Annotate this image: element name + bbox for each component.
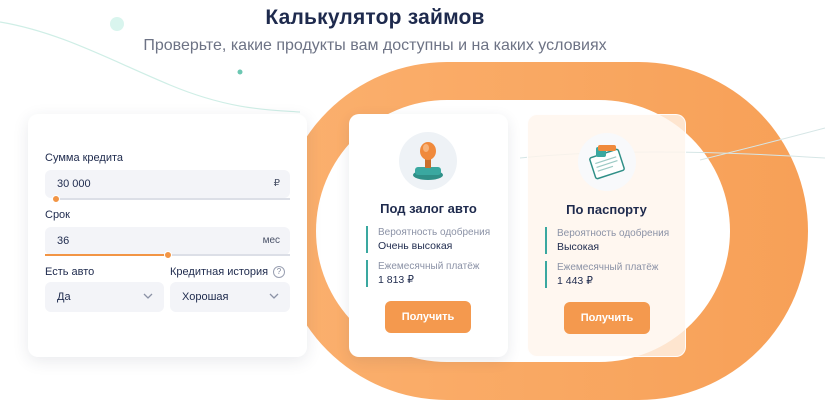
payment-value: 1 813 ₽ bbox=[378, 274, 414, 286]
product-icon-container bbox=[399, 132, 457, 190]
stamp-icon bbox=[413, 142, 443, 180]
amount-label: Сумма кредита bbox=[45, 152, 124, 164]
get-car-loan-button[interactable]: Получить bbox=[385, 301, 471, 333]
page-subtitle: Проверьте, какие продукты вам доступны и… bbox=[143, 37, 607, 54]
approval-label: Вероятность одобрения bbox=[378, 227, 491, 238]
chevron-down-icon bbox=[269, 293, 279, 299]
approval-stat: Вероятность одобрения Очень высокая bbox=[366, 226, 490, 253]
term-slider-fill bbox=[45, 254, 168, 256]
amount-value: 30 000 bbox=[57, 178, 91, 190]
payment-stat: Ежемесячный платёж 1 813 ₽ bbox=[366, 260, 479, 287]
help-icon[interactable]: ? bbox=[273, 266, 285, 278]
term-unit: мес bbox=[262, 235, 280, 246]
amount-slider[interactable] bbox=[52, 195, 290, 203]
amount-input[interactable]: 30 000 ₽ bbox=[45, 170, 290, 198]
currency-unit: ₽ bbox=[273, 178, 280, 189]
payment-label: Ежемесячный платёж bbox=[378, 261, 480, 272]
product-name: По паспорту bbox=[566, 202, 647, 217]
page-title: Калькулятор займов bbox=[265, 6, 485, 29]
car-select[interactable]: Да bbox=[45, 282, 164, 312]
credit-history-label: Кредитная история bbox=[170, 266, 269, 278]
passport-icon bbox=[589, 145, 625, 180]
car-label: Есть авто bbox=[45, 266, 95, 278]
car-select-value: Да bbox=[57, 291, 71, 303]
credit-history-select[interactable]: Хорошая bbox=[170, 282, 290, 312]
get-passport-loan-button[interactable]: Получить bbox=[564, 302, 650, 334]
approval-value: Высокая bbox=[557, 241, 600, 253]
term-slider[interactable] bbox=[45, 251, 290, 259]
product-name: Под залог авто bbox=[380, 201, 477, 216]
payment-stat: Ежемесячный платёж 1 443 ₽ bbox=[545, 261, 658, 288]
payment-label: Ежемесячный платёж bbox=[557, 262, 659, 273]
product-card-passport-loan: По паспорту Вероятность одобрения Высока… bbox=[527, 114, 686, 357]
term-slider-handle[interactable] bbox=[163, 251, 172, 259]
product-icon-container bbox=[578, 133, 636, 191]
approval-label: Вероятность одобрения bbox=[557, 228, 670, 239]
term-label: Срок bbox=[45, 209, 70, 221]
chevron-down-icon bbox=[143, 293, 153, 299]
payment-value: 1 443 ₽ bbox=[557, 275, 593, 287]
term-value: 36 bbox=[57, 235, 70, 247]
approval-stat: Вероятность одобрения Высокая bbox=[545, 227, 669, 254]
credit-history-value: Хорошая bbox=[182, 291, 229, 303]
approval-value: Очень высокая bbox=[378, 240, 453, 252]
amount-slider-handle[interactable] bbox=[52, 195, 60, 203]
product-card-car-loan: Под залог авто Вероятность одобрения Оче… bbox=[349, 114, 508, 357]
calculator-form: Сумма кредита 30 000 ₽ Срок 36 мес Есть … bbox=[28, 114, 307, 357]
